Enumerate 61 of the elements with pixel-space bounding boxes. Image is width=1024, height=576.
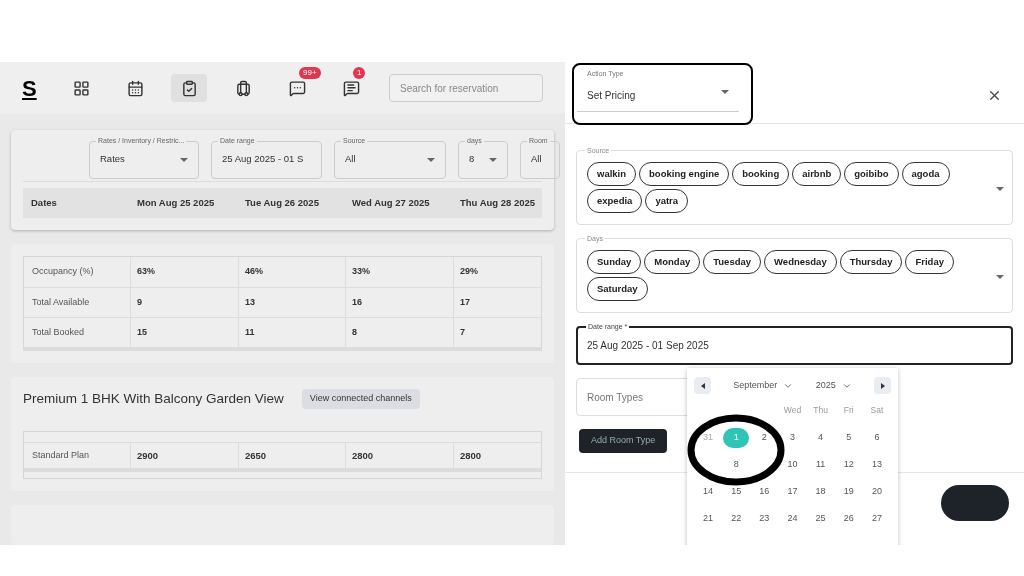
table-cell: 33%	[345, 257, 453, 287]
add-room-type-button[interactable]: Add Room Type	[579, 429, 668, 453]
weekday-label: Wed	[782, 404, 803, 417]
table-cell: 11	[238, 318, 345, 347]
previous-month-button[interactable]	[694, 377, 711, 394]
caret-icon	[721, 89, 729, 94]
row-label: Total Booked	[31, 325, 86, 339]
year-select[interactable]: 2025	[815, 378, 852, 393]
chat-icon	[288, 79, 306, 97]
logo[interactable]: S	[22, 71, 45, 105]
table-cell: 13	[238, 288, 345, 317]
calendar-icon	[126, 79, 144, 97]
next-month-button[interactable]	[874, 377, 891, 394]
table-cell: 16	[345, 288, 453, 317]
message-icon	[342, 79, 360, 97]
caret-icon	[489, 157, 497, 162]
row-label: Standard Plan	[31, 449, 91, 462]
month-select[interactable]: September	[733, 378, 794, 393]
right-triangle-icon	[880, 382, 885, 389]
column-header: Dates	[30, 195, 58, 210]
table-cell: 8	[345, 318, 453, 347]
row-label: Occupancy (%)	[31, 265, 95, 279]
field-value: All	[345, 152, 356, 167]
close-icon[interactable]	[987, 88, 1002, 103]
field-value: 25 Aug 2025 - 01 S	[222, 152, 304, 167]
table-cell: 2800	[345, 443, 453, 469]
field-value: Rates	[100, 152, 125, 167]
search-field[interactable]: Search for reservation	[389, 74, 543, 102]
caret-icon	[180, 157, 188, 162]
field-value: 8	[469, 152, 475, 167]
clipboard-check-icon	[180, 79, 198, 97]
weekday-label: Sat	[869, 404, 885, 417]
table-cell: 17	[453, 288, 541, 317]
left-triangle-icon	[700, 382, 705, 389]
table-cell: 15	[130, 318, 238, 347]
weekday-label: Fri	[842, 404, 855, 417]
notification-badge: 1	[353, 67, 366, 79]
grid-icon	[72, 79, 90, 97]
field-value: Set Pricing	[587, 89, 636, 103]
weekday-label: Thu	[812, 404, 829, 417]
room-title: Premium 1 BHK With Balcony Garden View	[23, 390, 284, 408]
view-channels-button[interactable]: View connected channels	[301, 389, 420, 409]
column-header: Wed Aug 27 2025	[351, 195, 431, 210]
field-value: All	[531, 152, 542, 167]
table-cell: 2900	[130, 443, 238, 469]
save-button[interactable]	[941, 485, 1009, 521]
column-header: Tue Aug 26 2025	[244, 195, 320, 210]
column-header: Thu Aug 28 2025	[459, 195, 537, 210]
row-label: Total Available	[31, 295, 91, 309]
table-cell: 46%	[238, 257, 345, 287]
notification-badge: 99+	[299, 67, 321, 79]
table-cell: 29%	[453, 257, 541, 287]
table-cell: 7	[453, 318, 541, 347]
table-cell: 2650	[238, 443, 345, 469]
caret-icon	[427, 157, 435, 162]
table-cell: 9	[130, 288, 238, 317]
nav-button[interactable]	[171, 74, 207, 102]
column-header: Mon Aug 25 2025	[136, 195, 216, 210]
table-cell: 2800	[453, 443, 541, 469]
table-cell: 63%	[130, 257, 238, 287]
field-value: 25 Aug 2025 - 01 Sep 2025	[587, 339, 709, 353]
